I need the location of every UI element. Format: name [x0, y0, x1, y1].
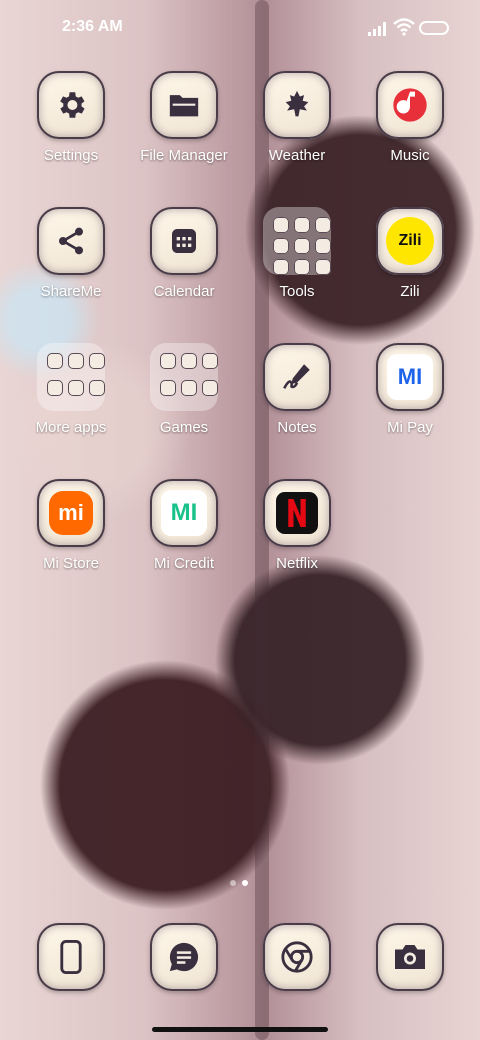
chrome-icon	[281, 941, 313, 973]
app-settings[interactable]: Settings	[21, 71, 121, 181]
app-zili[interactable]: Zili Zili	[360, 207, 460, 317]
app-label: Mi Credit	[153, 555, 214, 572]
dock-messages[interactable]	[134, 923, 234, 993]
app-label: Tools	[279, 283, 315, 300]
tool-mini-icon	[273, 259, 289, 275]
mi-credit-logo: MI	[161, 490, 207, 536]
phone-icon	[60, 940, 82, 974]
app-label: Settings	[43, 147, 99, 164]
dock-chrome[interactable]	[247, 923, 347, 993]
pen-icon	[283, 364, 310, 389]
battery-icon	[419, 21, 449, 35]
signal-icon	[368, 22, 386, 36]
folder-icon	[169, 95, 199, 117]
app-netflix[interactable]: Netflix	[247, 479, 347, 589]
calendar-icon	[172, 229, 196, 253]
app-mi-store[interactable]: mi Mi Store	[21, 479, 121, 589]
tool-mini-icon	[294, 238, 310, 254]
app-label: Mi Store	[43, 555, 99, 572]
zili-logo: Zili	[386, 217, 434, 265]
mi-store-logo: mi	[49, 491, 93, 535]
app-label: Music	[390, 147, 430, 164]
app-label: Games	[159, 419, 209, 436]
netflix-icon	[276, 492, 318, 534]
app-mini-icon	[89, 379, 105, 396]
app-label: Zili	[400, 283, 420, 300]
folder-more-apps[interactable]: More apps	[21, 343, 121, 453]
dock-camera[interactable]	[360, 923, 460, 993]
game-mini-icon	[160, 379, 176, 396]
app-calendar[interactable]: Calendar	[134, 207, 234, 317]
app-label: Calendar	[153, 283, 215, 300]
app-label: Notes	[277, 419, 317, 436]
tool-mini-icon	[273, 217, 289, 233]
page-indicator	[230, 880, 250, 886]
folder-games[interactable]: Games	[134, 343, 234, 453]
game-mini-icon	[181, 353, 197, 369]
tool-mini-icon	[294, 259, 310, 275]
tool-mini-icon	[273, 238, 289, 254]
app-mini-icon	[68, 353, 84, 369]
app-shareme[interactable]: ShareMe	[21, 207, 121, 317]
app-mini-icon	[89, 353, 105, 369]
game-mini-icon	[202, 379, 218, 396]
status-bar: 2:36 AM	[0, 0, 480, 56]
app-mini-icon	[68, 379, 84, 396]
gear-icon	[60, 92, 85, 118]
status-time: 2:36 AM	[62, 18, 123, 35]
app-label: Weather	[268, 147, 326, 164]
app-music[interactable]: Music	[360, 71, 460, 181]
folder-tools[interactable]: Tools	[247, 207, 347, 317]
share-icon	[59, 227, 83, 255]
tool-mini-icon	[315, 217, 331, 233]
game-mini-icon	[181, 379, 197, 396]
app-mi-pay[interactable]: MI Mi Pay	[360, 343, 460, 453]
game-mini-icon	[202, 353, 218, 369]
dock-phone[interactable]	[21, 923, 121, 993]
app-label: File Manager	[140, 147, 228, 164]
mi-pay-logo: MI	[387, 354, 433, 400]
camera-icon	[395, 945, 425, 969]
wifi-icon	[393, 18, 415, 36]
messages-icon	[169, 942, 199, 972]
page-dot-active	[242, 880, 248, 886]
app-notes[interactable]: Notes	[247, 343, 347, 453]
music-icon	[393, 88, 427, 122]
app-mini-icon	[47, 353, 63, 369]
app-label: Mi Pay	[387, 419, 433, 436]
game-mini-icon	[160, 353, 176, 369]
app-mi-credit[interactable]: MI Mi Credit	[134, 479, 234, 589]
app-file-manager[interactable]: File Manager	[134, 71, 234, 181]
tool-mini-icon	[294, 217, 310, 233]
maple-leaf-icon	[285, 90, 309, 117]
tool-mini-icon	[315, 238, 331, 254]
app-label: More apps	[35, 419, 107, 436]
app-weather[interactable]: Weather	[247, 71, 347, 181]
app-label: ShareMe	[40, 283, 102, 300]
home-indicator-bar[interactable]	[152, 1027, 328, 1032]
app-label: Netflix	[276, 555, 318, 572]
app-mini-icon	[47, 379, 63, 396]
tool-mini-icon	[315, 259, 331, 275]
page-dot	[230, 880, 236, 886]
